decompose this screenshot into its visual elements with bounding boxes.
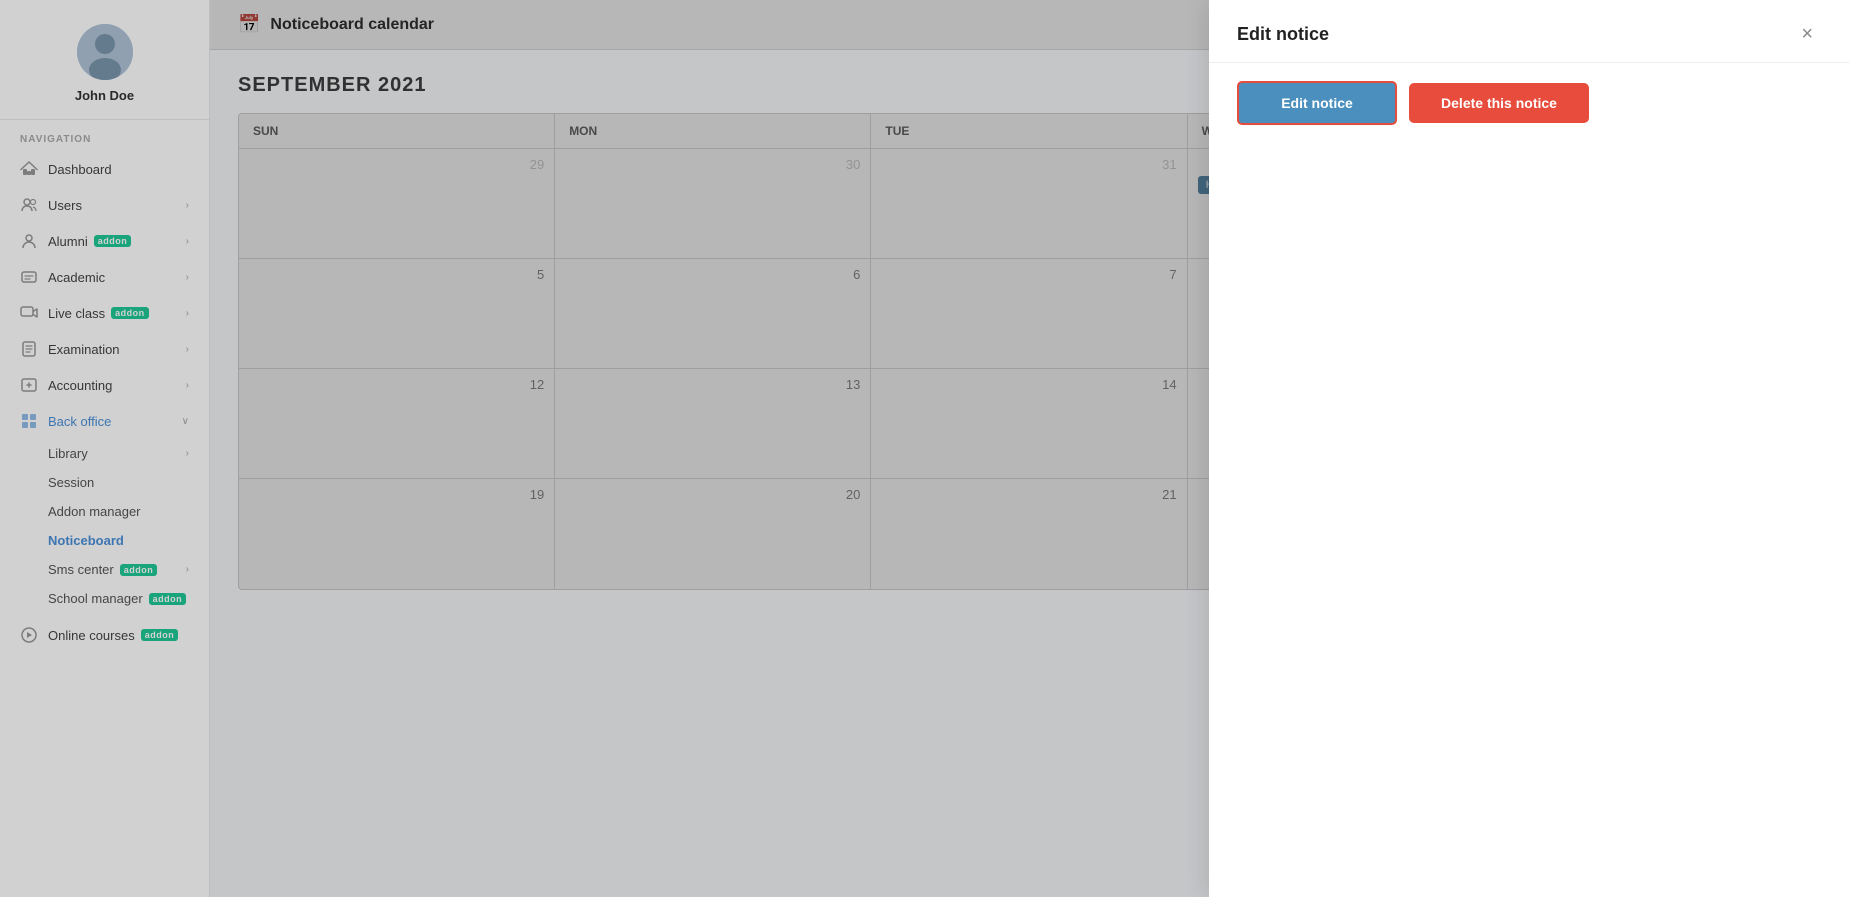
panel-title: Edit notice <box>1237 24 1329 45</box>
panel-header: Edit notice × <box>1209 0 1849 63</box>
panel-actions: Edit notice Delete this notice <box>1209 63 1849 143</box>
overlay-backdrop: Edit notice × Edit notice Delete this no… <box>0 0 1849 897</box>
edit-notice-button[interactable]: Edit notice <box>1237 81 1397 125</box>
panel-close-button[interactable]: × <box>1793 20 1821 48</box>
panel-body <box>1209 143 1849 897</box>
side-panel: Edit notice × Edit notice Delete this no… <box>1209 0 1849 897</box>
delete-notice-button[interactable]: Delete this notice <box>1409 83 1589 123</box>
